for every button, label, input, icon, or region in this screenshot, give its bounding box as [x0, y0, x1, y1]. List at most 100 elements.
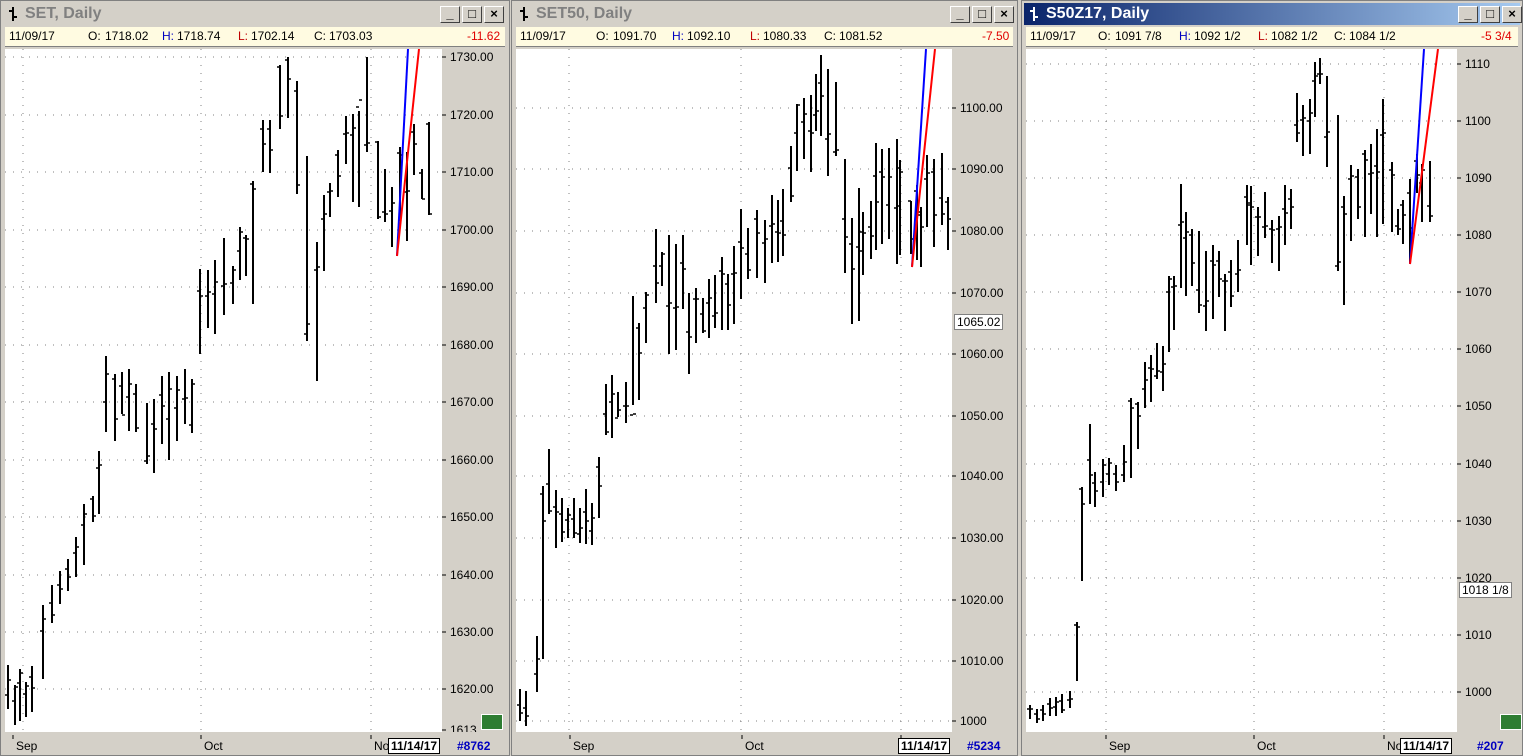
price-plot[interactable]	[1026, 49, 1457, 732]
minimize-button[interactable]: _	[950, 6, 970, 23]
ohlc-bar	[623, 382, 629, 423]
chart-mode-icon[interactable]	[481, 714, 503, 730]
ohlc-bar	[762, 220, 768, 283]
date-box: 11/14/17	[898, 738, 951, 754]
ohlc-bar	[1222, 274, 1228, 331]
ohlc-bar	[1210, 245, 1216, 319]
y-tick-label: 1720.00	[450, 108, 494, 122]
ohlc-info-bar: 11/09/17 O: 1091 7/8 H: 1092 1/2 L: 1082…	[1026, 27, 1518, 47]
trend-line-red[interactable]	[1409, 49, 1439, 265]
y-tick-label: 1020.00	[960, 593, 1004, 607]
ohlc-bar	[1324, 76, 1330, 167]
y-tick-label: 1670.00	[450, 395, 494, 409]
ohlc-bar	[65, 559, 71, 591]
close-button[interactable]: ×	[484, 6, 504, 23]
ohlc-bar	[794, 104, 800, 171]
y-tick-label: 1100	[1465, 114, 1491, 128]
ohlc-bar	[1040, 705, 1046, 721]
ohlc-bar	[1079, 487, 1085, 581]
open-value: 1718.02	[105, 29, 149, 43]
high-value: 1718.74	[177, 29, 221, 43]
price-axis[interactable]: 1730.00 1720.00 1710.00 1700.00 1690.00 1680.…	[442, 49, 507, 732]
y-tick-label: 1060.00	[960, 347, 1004, 361]
open-label: O:	[88, 29, 101, 43]
x-tick-label: Oct	[204, 739, 223, 753]
ohlc-bar	[267, 120, 273, 173]
ohlc-bar	[159, 376, 165, 444]
ohlc-bar	[304, 156, 310, 341]
grid	[1026, 49, 1457, 732]
ohlc-bar	[1335, 115, 1341, 271]
x-tick-label: Sep	[573, 739, 595, 753]
ohlc-bar	[725, 274, 731, 330]
chart-window-s50z17[interactable]: S50Z17, Daily _ □ × 11/09/17 O: 1091 7/8…	[1021, 0, 1523, 756]
ohlc-bar	[745, 228, 751, 279]
date-box: 11/14/17	[388, 738, 441, 754]
price-plot[interactable]	[516, 49, 952, 732]
y-tick-label: 1010	[1465, 628, 1492, 642]
ohlc-bar	[939, 153, 945, 225]
ohlc-bar	[1121, 445, 1127, 482]
y-tick-label: 1040	[1465, 457, 1492, 471]
title-bar[interactable]: S50Z17, Daily _ □ ×	[1024, 3, 1522, 25]
ohlc-bar	[636, 323, 642, 400]
ohlc-bar	[1183, 212, 1189, 296]
ohlc-bar	[849, 218, 855, 324]
x-tick-label: Sep	[16, 739, 38, 753]
ohlc-bar	[1154, 343, 1160, 379]
ohlc-bar	[589, 503, 595, 545]
ohlc-bar	[1189, 229, 1195, 286]
close-label: C:	[824, 29, 836, 43]
ohlc-bar	[5, 665, 11, 709]
price-chart[interactable]	[1026, 49, 1457, 732]
y-tick-label: 1110	[1465, 57, 1490, 71]
trend-line-blue[interactable]	[1409, 49, 1425, 265]
maximize-button[interactable]: □	[1480, 6, 1500, 23]
ohlc-bar	[343, 116, 349, 164]
chart-window-set50[interactable]: SET50, Daily _ □ × 11/09/17 O: 1091.70 H…	[511, 0, 1018, 756]
chart-window-set[interactable]: SET, Daily _ □ × 11/09/17 O: 1718.02 H: …	[0, 0, 510, 756]
low-label: L:	[238, 29, 249, 43]
ohlc-bar	[653, 229, 659, 303]
ohlc-bar	[1400, 200, 1406, 244]
close-button[interactable]: ×	[1502, 6, 1522, 23]
chart-mode-icon[interactable]	[1500, 714, 1522, 730]
y-tick-label: 1700.00	[450, 223, 494, 237]
ohlc-bar	[1087, 424, 1093, 504]
minimize-button[interactable]: _	[440, 6, 460, 23]
title-bar[interactable]: SET, Daily _ □ ×	[3, 3, 507, 25]
ohlc-bar	[327, 183, 333, 217]
ohlc-bar	[666, 235, 672, 354]
y-tick-label: 1070.00	[960, 286, 1004, 300]
minimize-button[interactable]: _	[1458, 6, 1478, 23]
ohlc-bar	[243, 235, 249, 276]
ohlc-bar	[1307, 99, 1313, 154]
high-value: 1092 1/2	[1194, 29, 1241, 43]
ohlc-bar	[1059, 694, 1065, 713]
ohlc-bar	[754, 210, 760, 278]
close-button[interactable]: ×	[994, 6, 1014, 23]
ohlc-bar	[517, 689, 523, 721]
price-plot[interactable]	[5, 49, 442, 732]
ohlc-bar	[680, 235, 686, 309]
ohlc-bar	[706, 279, 712, 338]
ohlc-bar	[1380, 99, 1386, 224]
bar-count: #8762	[457, 739, 491, 753]
ohlc-bar	[553, 490, 559, 548]
price-chart[interactable]	[5, 49, 442, 732]
ohlc-bar	[577, 508, 583, 543]
title-bar[interactable]: SET50, Daily _ □ ×	[514, 3, 1015, 25]
maximize-button[interactable]: □	[462, 6, 482, 23]
ohlc-bar	[931, 159, 937, 247]
y-tick-label: 1080	[1465, 228, 1492, 242]
price-axis[interactable]: 1100.00 1090.00 1080.00 1070.00 1060.00 1050.…	[952, 49, 1015, 732]
ohlc-bar	[17, 669, 23, 721]
price-axis[interactable]: 1110 1100 1090 1080 1070 1060 1050 1040 1030 1020…	[1457, 49, 1520, 732]
ohlc-bar	[1248, 186, 1254, 265]
ohlc-bars	[1027, 58, 1433, 723]
maximize-button[interactable]: □	[972, 6, 992, 23]
ohlc-bar	[426, 122, 432, 215]
ohlc-bar	[1092, 472, 1098, 507]
price-chart[interactable]	[516, 49, 952, 732]
y-tick-label: 1000	[1465, 685, 1492, 699]
